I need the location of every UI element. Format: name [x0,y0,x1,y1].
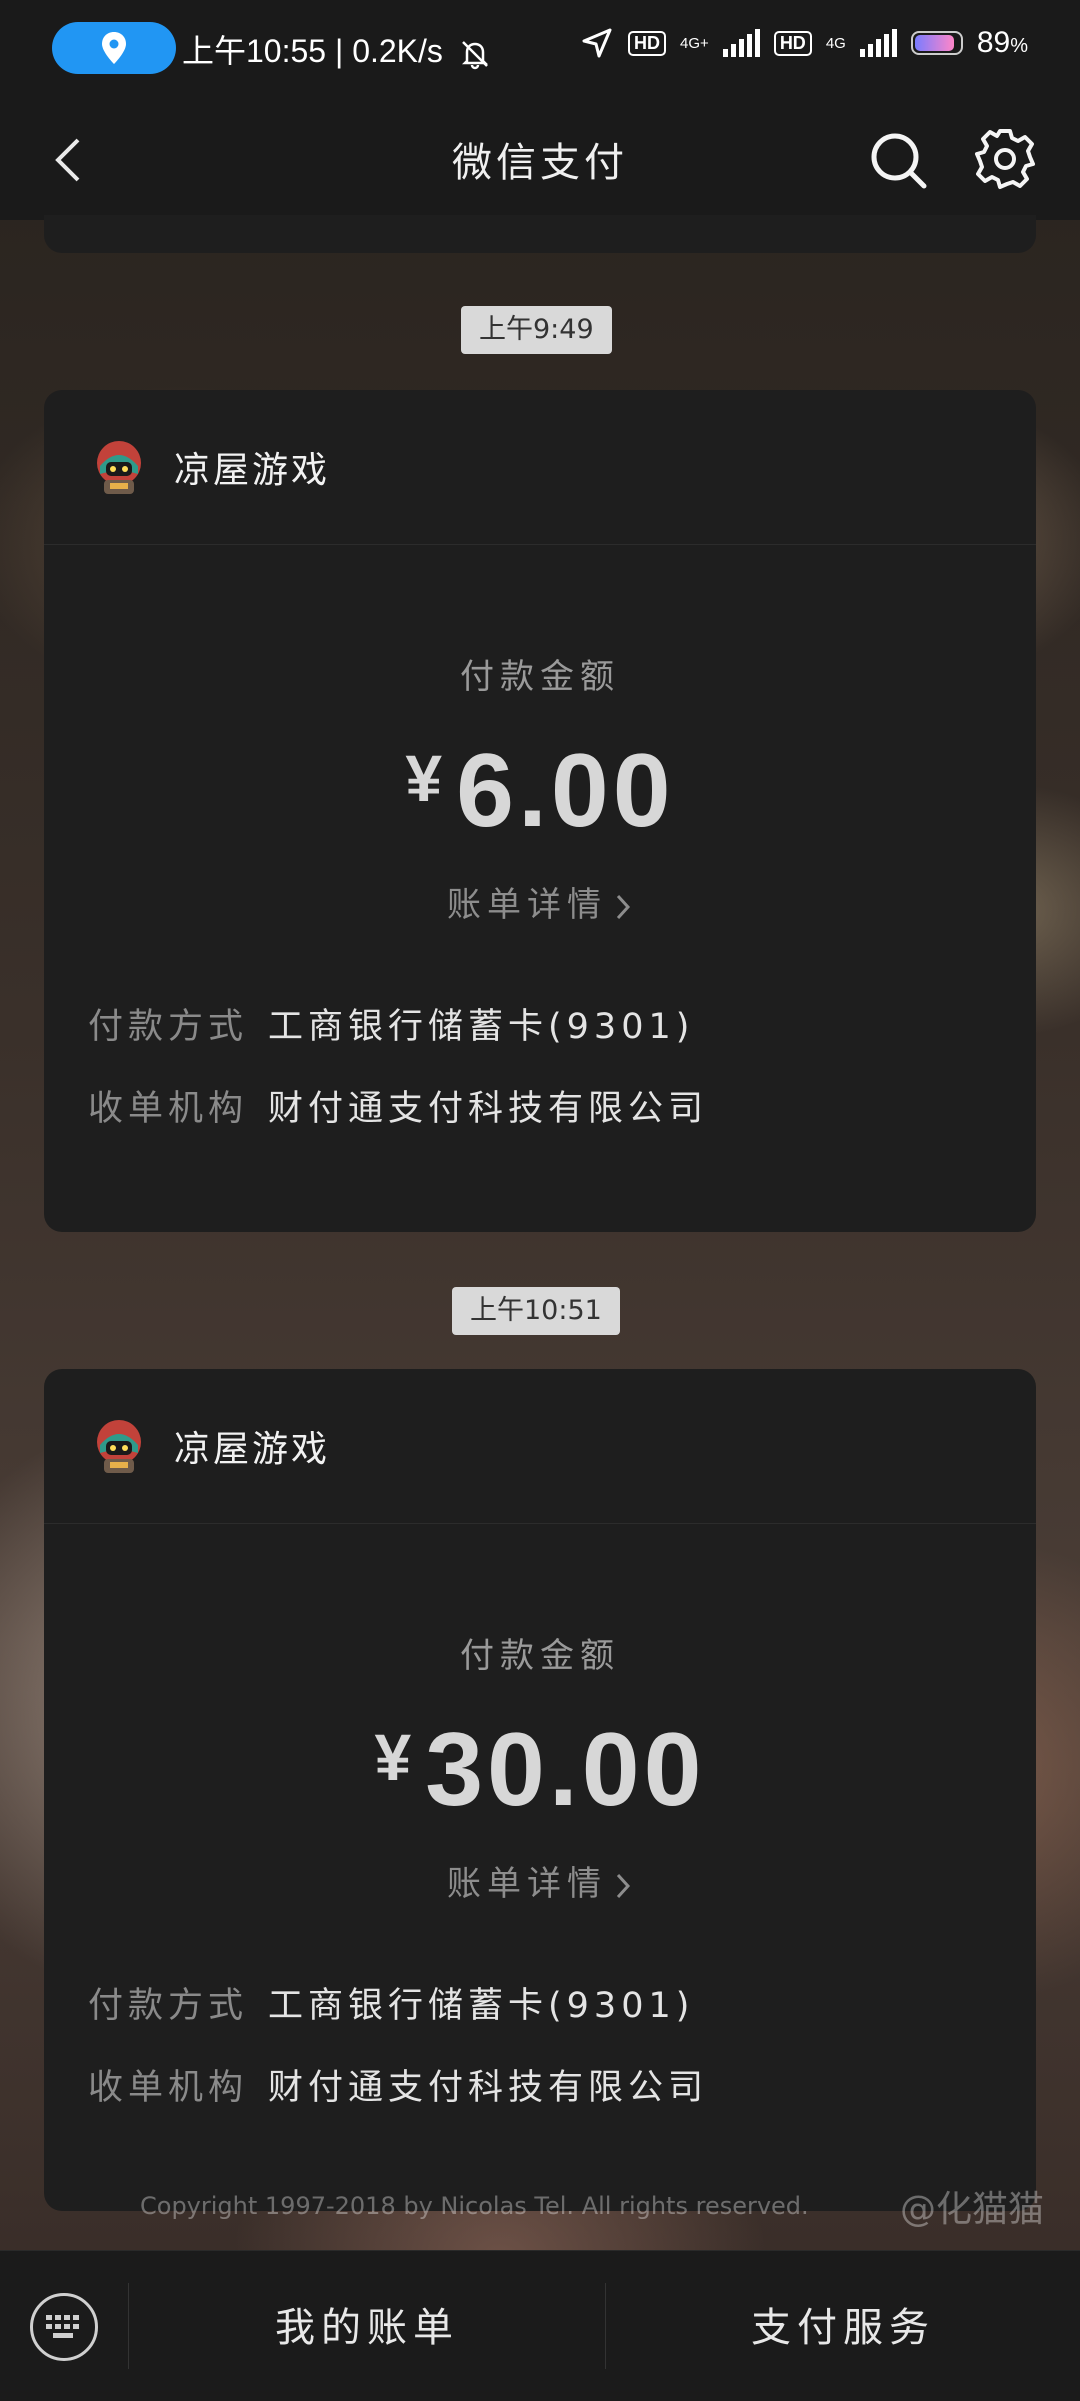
previous-message-card [44,215,1036,253]
battery-percent: 89% [976,26,1028,59]
network-type: 4G+ [680,34,709,52]
location-indicator[interactable] [52,22,176,74]
payment-info: 付款方式 工商银行储蓄卡(9301) 收单机构 财付通支付科技有限公司 [44,1905,1036,2129]
acquirer-label: 收单机构 [88,2068,249,2108]
payment-card[interactable]: 凉屋游戏 付款金额 ¥6.00 账单详情 付款方式 工商银行储蓄卡(9301) … [44,390,1036,1232]
copyright-watermark: Copyright 1997-2018 by Nicolas Tel. All … [140,2192,809,2220]
network-type: 4G [825,34,846,52]
amount-label: 付款金额 [460,657,620,697]
merchant-name: 凉屋游戏 [174,1429,331,1470]
payment-services-button[interactable]: 支付服务 [606,2295,1080,2353]
pay-method-row: 付款方式 工商银行储蓄卡(9301) [88,1965,1036,2047]
search-icon[interactable] [866,128,930,192]
weibo-watermark: @化猫猫 [900,2189,1045,2230]
pay-method-row: 付款方式 工商银行储蓄卡(9301) [88,986,1036,1068]
payment-amount: ¥30.00 [44,1711,1036,1830]
battery-fill [914,35,954,51]
bill-details-link[interactable]: 账单详情 [44,1856,1036,1905]
bottom-menu-bar: 我的账单 支付服务 [0,2250,1080,2401]
navigation-bar: 微信支付 [0,100,1080,220]
card-header[interactable]: 凉屋游戏 [44,1369,1036,1524]
pay-method-value: 工商银行储蓄卡(9301) [268,1007,695,1047]
status-bar: 上午10:55 | 0.2K/s HD 4G+ HD 4G 89% [0,0,1080,100]
pay-method-label: 付款方式 [88,1007,249,1047]
hd-badge: HD [628,30,667,56]
mute-bell-icon [461,40,488,69]
keyboard-toggle-button[interactable] [30,2293,98,2361]
status-time: 上午10:55 | 0.2K/s [182,26,492,72]
signal-bars-icon [722,29,760,57]
pay-method-value: 工商银行储蓄卡(9301) [268,1986,695,2026]
card-header[interactable]: 凉屋游戏 [44,390,1036,545]
bill-details-label: 账单详情 [447,885,607,925]
bill-details-link[interactable]: 账单详情 [44,877,1036,926]
payment-amount: ¥6.00 [44,732,1036,851]
message-timestamp: 上午9:49 [461,306,612,354]
merchant-avatar [97,1420,141,1473]
payment-card[interactable]: 凉屋游戏 付款金额 ¥30.00 账单详情 付款方式 工商银行储蓄卡(9301)… [44,1369,1036,2211]
battery-icon [910,31,963,55]
status-icons: HD 4G+ HD 4G 89% [580,26,1028,60]
signal-bars-icon [859,29,897,57]
acquirer-row: 收单机构 财付通支付科技有限公司 [88,2047,1036,2129]
my-bills-button[interactable]: 我的账单 [129,2295,605,2353]
hd-badge: HD [773,30,812,56]
amount-value: 30.00 [425,1712,706,1828]
chevron-right-icon [616,894,631,919]
message-timestamp: 上午10:51 [452,1287,620,1335]
acquirer-label: 收单机构 [88,1089,249,1129]
amount-label: 付款金额 [460,1636,620,1676]
navigation-arrow-icon [582,28,612,58]
amount-value: 6.00 [456,733,675,849]
merchant-avatar [97,441,141,494]
acquirer-row: 收单机构 财付通支付科技有限公司 [88,1068,1036,1150]
gear-icon[interactable] [972,126,1038,192]
acquirer-value: 财付通支付科技有限公司 [268,1089,709,1129]
location-pin-icon [102,32,126,64]
currency-symbol: ¥ [405,741,443,815]
merchant-name: 凉屋游戏 [174,450,331,491]
payment-info: 付款方式 工商银行储蓄卡(9301) 收单机构 财付通支付科技有限公司 [44,926,1036,1150]
bill-details-label: 账单详情 [447,1864,607,1904]
pay-method-label: 付款方式 [88,1986,249,2026]
currency-symbol: ¥ [374,1720,412,1794]
acquirer-value: 财付通支付科技有限公司 [268,2068,709,2108]
chevron-right-icon [616,1873,631,1898]
keyboard-icon [46,2315,79,2338]
